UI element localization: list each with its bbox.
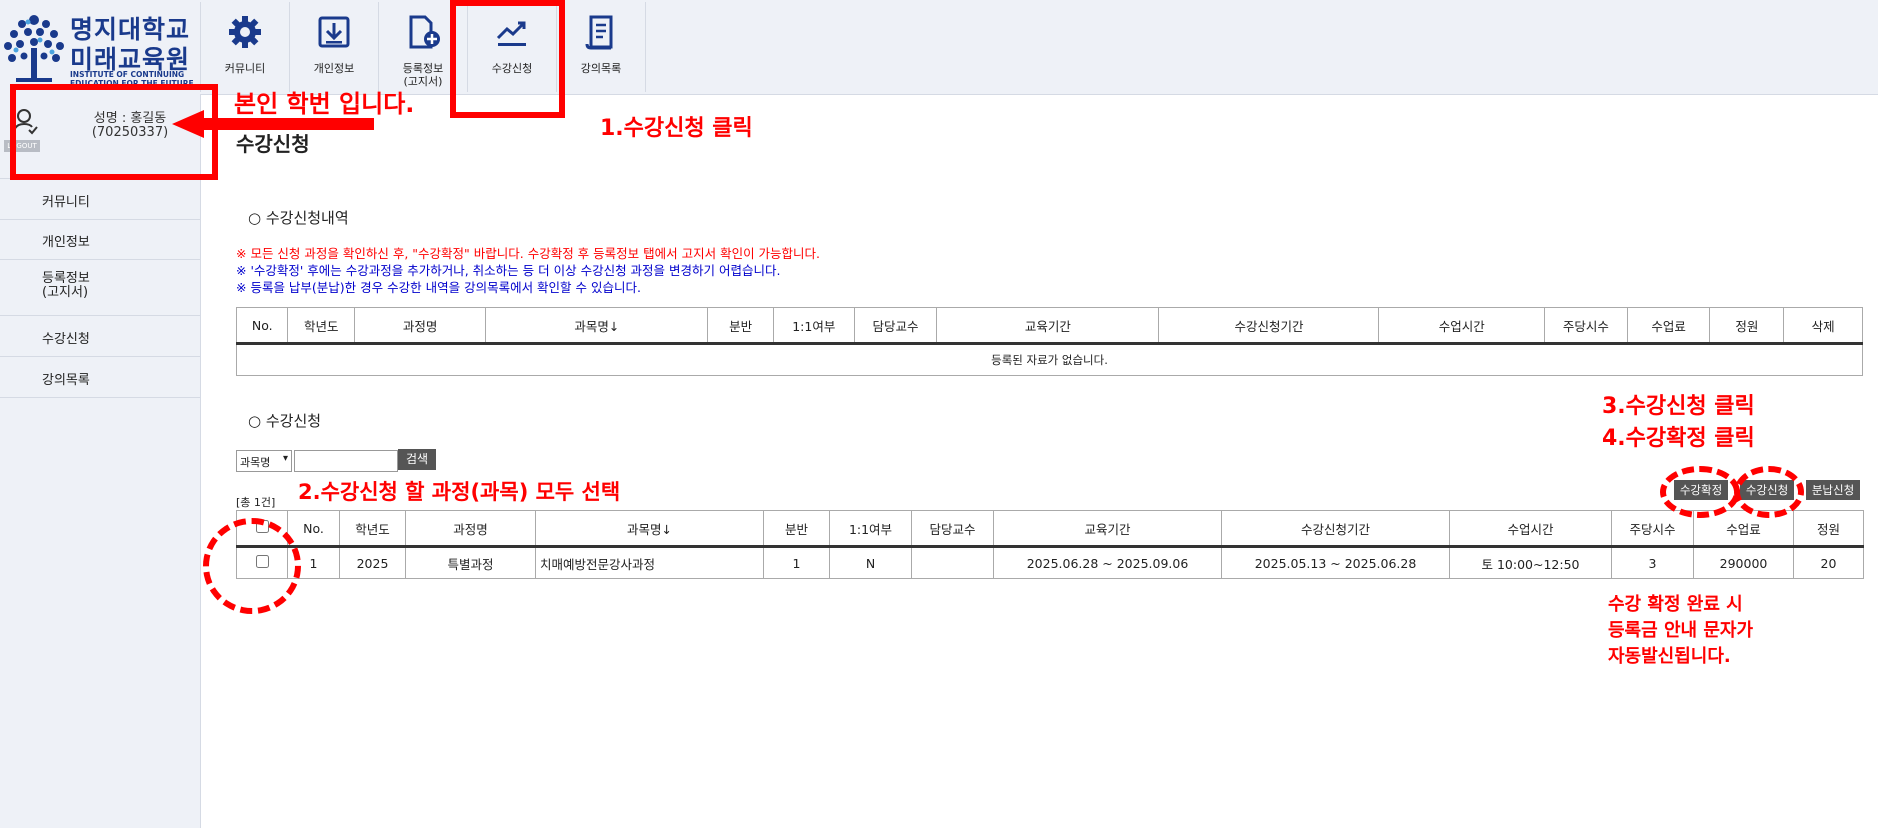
annotation-step3: 3.수강신청 클릭	[1602, 394, 1755, 419]
col-no: No.	[287, 510, 340, 548]
cell-class-time: 토 10:00~12:50	[1449, 546, 1612, 579]
nav-personal-info[interactable]: 개인정보	[289, 2, 378, 92]
annotation-step2: 2.수강신청 할 과정(과목) 모두 선택	[298, 480, 621, 504]
sidebar-item-label-line1: 등록정보	[42, 271, 90, 286]
sidebar-item-label: 등록정보 (고지서)	[42, 272, 90, 300]
download-box-icon	[318, 16, 350, 48]
cell-fee: 290000	[1693, 546, 1794, 579]
cell-weekly-hours: 3	[1611, 546, 1694, 579]
col-course: 과정명	[354, 307, 487, 345]
total-count: [총 1건]	[236, 496, 276, 509]
col-section: 분반	[707, 307, 774, 345]
col-apply-period: 수강신청기간	[1158, 307, 1380, 345]
notice-lecture-list: ※ 등록을 납부(분납)한 경우 수강한 내역을 강의목록에서 확인할 수 있습…	[236, 280, 641, 295]
table-row: 등록된 자료가 없습니다.	[236, 343, 1863, 376]
col-capacity: 정원	[1793, 510, 1864, 548]
apply-section-title: ○ 수강신청	[248, 412, 322, 430]
table-header-row: No. 학년도 과정명 과목명↓ 분반 1:1여부 담당교수 교육기간 수강신청…	[236, 510, 1864, 548]
annotation-circle-checkbox	[203, 518, 301, 614]
installment-apply-button[interactable]: 분납신청	[1806, 480, 1860, 500]
col-course: 과정명	[405, 510, 536, 548]
sidebar-item-label: 강의목록	[42, 373, 90, 388]
annotation-sms-line2: 등록금 안내 문자가	[1608, 620, 1754, 641]
gear-icon	[229, 16, 261, 48]
annotation-student-id-note: 본인 학번 입니다.	[234, 90, 415, 118]
sidebar-item-label: 커뮤니티	[42, 195, 90, 210]
chevron-down-icon: ▾	[282, 453, 288, 464]
col-one-on-one: 1:1여부	[772, 307, 855, 345]
notice-confirm: ※ 모든 신청 과정을 확인하신 후, "수강확정" 바랍니다. 수강확정 후 …	[236, 246, 821, 261]
col-fee: 수업료	[1626, 307, 1711, 345]
table-header-row: No. 학년도 과정명 과목명↓ 분반 1:1여부 담당교수 교육기간 수강신청…	[235, 307, 1863, 345]
cell-capacity: 20	[1793, 546, 1864, 579]
list-document-icon	[585, 15, 613, 50]
sidebar-item-lecture-list[interactable]: 강의목록	[0, 357, 200, 398]
col-no: No.	[235, 307, 289, 345]
annotation-box-nav-apply	[450, 0, 565, 118]
search-input[interactable]	[294, 450, 398, 472]
col-year: 학년도	[339, 510, 406, 548]
cell-course: 특별과정	[405, 546, 536, 579]
col-delete: 삭제	[1783, 307, 1863, 345]
application-history-table: No. 학년도 과정명 과목명↓ 분반 1:1여부 담당교수 교육기간 수강신청…	[235, 307, 1863, 376]
col-apply-period: 수강신청기간	[1221, 510, 1450, 548]
table-row[interactable]: 1 2025 특별과정 치매예방전문강사과정 1 N 2025.06.28 ~ …	[236, 546, 1864, 579]
sidebar-item-course-apply[interactable]: 수강신청	[0, 316, 200, 357]
col-year: 학년도	[287, 307, 356, 345]
col-section: 분반	[763, 510, 830, 548]
search-field-select[interactable]: 과목명 ▾	[236, 450, 292, 472]
col-class-time: 수업시간	[1378, 307, 1545, 345]
cell-apply-period: 2025.05.13 ~ 2025.06.28	[1221, 546, 1450, 579]
history-section-title: ○ 수강신청내역	[248, 209, 349, 227]
col-one-on-one: 1:1여부	[829, 510, 912, 548]
course-apply-table: No. 학년도 과정명 과목명↓ 분반 1:1여부 담당교수 교육기간 수강신청…	[236, 510, 1864, 579]
col-subject[interactable]: 과목명↓	[485, 307, 709, 345]
sidebar-item-personal-info[interactable]: 개인정보	[0, 219, 200, 260]
col-class-time: 수업시간	[1449, 510, 1612, 548]
annotation-step4: 4.수강확정 클릭	[1602, 426, 1755, 451]
sidebar-item-registration[interactable]: 등록정보 (고지서)	[0, 260, 200, 316]
nav-personal-info-label: 개인정보	[313, 62, 355, 75]
annotation-sms-line1: 수강 확정 완료 시	[1608, 594, 1743, 615]
tree-logo-icon	[4, 15, 64, 82]
sidebar-item-community[interactable]: 커뮤니티	[0, 178, 200, 220]
col-capacity: 정원	[1709, 307, 1785, 345]
col-subject[interactable]: 과목명↓	[535, 510, 764, 548]
nav-community-label: 커뮤니티	[224, 62, 266, 75]
nav-community[interactable]: 커뮤니티	[200, 2, 289, 92]
nav-lecture-list-label: 강의목록	[580, 62, 622, 75]
col-professor: 담당교수	[853, 307, 938, 345]
sidebar-item-label: 개인정보	[42, 235, 90, 250]
notice-no-change: ※ '수강확정' 후에는 수강과정을 추가하거나, 취소하는 등 더 이상 수강…	[236, 263, 781, 278]
cell-subject: 치매예방전문강사과정	[535, 546, 764, 579]
annotation-sms-line3: 자동발신됩니다.	[1608, 646, 1731, 667]
logo-english-line1: INSTITUTE OF CONTINUING	[70, 70, 185, 79]
col-weekly-hours: 주당시수	[1543, 307, 1628, 345]
cell-year: 2025	[339, 546, 406, 579]
col-period: 교육기간	[936, 307, 1160, 345]
nav-lecture-list[interactable]: 강의목록	[556, 2, 646, 92]
cell-period: 2025.06.28 ~ 2025.09.06	[993, 546, 1222, 579]
sidebar-item-label-line2: (고지서)	[42, 285, 89, 300]
annotation-step1: 1.수강신청 클릭	[600, 116, 753, 141]
col-period: 교육기간	[993, 510, 1222, 548]
annotation-sms-note: 수강 확정 완료 시 등록금 안내 문자가 자동발신됩니다.	[1608, 592, 1753, 670]
annotation-circle-apply	[1734, 466, 1804, 518]
sidebar-item-label: 수강신청	[42, 332, 90, 347]
search-button[interactable]: 검색	[398, 449, 436, 470]
cell-professor	[911, 546, 994, 579]
empty-message: 등록된 자료가 없습니다.	[236, 343, 1863, 376]
search-field-select-value: 과목명	[240, 456, 271, 469]
col-professor: 담당교수	[911, 510, 994, 548]
cell-one-on-one: N	[829, 546, 912, 579]
institution-logo[interactable]: 명지대학교 미래교육원 INSTITUTE OF CONTINUING EDUC…	[0, 6, 200, 90]
annotation-circle-confirm	[1660, 466, 1740, 518]
col-weekly-hours: 주당시수	[1611, 510, 1694, 548]
document-plus-icon	[409, 15, 440, 49]
cell-section: 1	[763, 546, 830, 579]
